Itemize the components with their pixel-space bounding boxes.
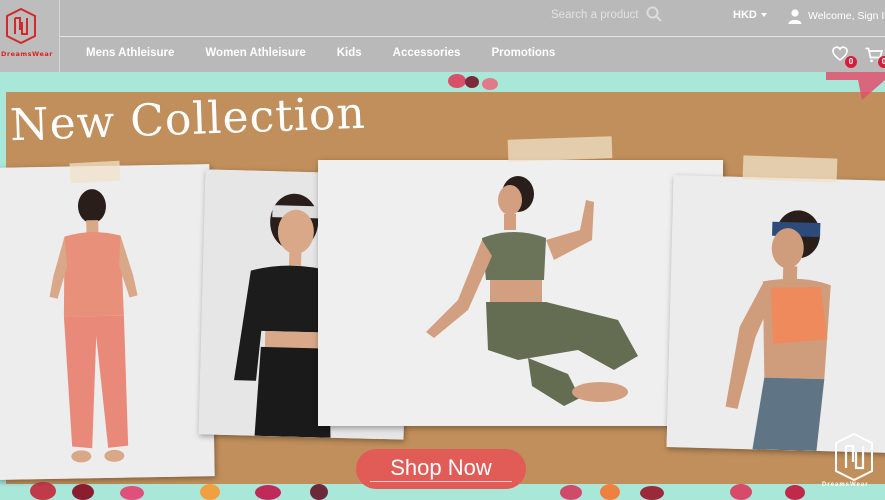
main-nav: Mens Athleisure Women Athleisure Kids Ac… [70, 47, 570, 63]
flower-decoration [465, 76, 479, 88]
tape-decoration [69, 160, 121, 184]
flower-decoration [785, 485, 805, 500]
chevron-down-icon [760, 13, 767, 18]
signin-link[interactable]: Welcome, Sign In [808, 10, 885, 22]
flower-decoration [600, 484, 620, 500]
flower-decoration [560, 485, 582, 500]
flower-decoration [120, 486, 144, 500]
search-input[interactable] [545, 4, 645, 26]
logo[interactable]: DreamsWear [0, 0, 60, 72]
nav-item-promotions[interactable]: Promotions [491, 47, 555, 63]
nav-item-kids[interactable]: Kids [337, 47, 362, 63]
currency-label: HKD [733, 9, 757, 21]
site-header: DreamsWear HKD Welcome, Sign In Mens Ath… [0, 0, 885, 72]
model-image [666, 175, 885, 453]
nav-item-mens-athleisure[interactable]: Mens Athleisure [86, 47, 174, 63]
wishlist-count-badge: 0 [845, 56, 857, 68]
search-box [545, 4, 665, 26]
tape-decoration [742, 155, 838, 183]
user-icon[interactable] [787, 8, 803, 24]
flower-decoration [730, 484, 752, 500]
tape-decoration [507, 136, 613, 162]
flower-decoration [200, 484, 220, 500]
flower-decoration [448, 74, 466, 88]
flower-decoration [640, 486, 664, 500]
product-photo-olive-set[interactable] [318, 160, 723, 426]
model-image [0, 164, 215, 480]
cart-count-badge: 0 [878, 56, 885, 68]
nav-item-women-athleisure[interactable]: Women Athleisure [205, 47, 305, 63]
product-photo-pink-set[interactable] [0, 164, 215, 480]
flower-decoration [72, 484, 94, 500]
currency-selector[interactable]: HKD [733, 9, 767, 21]
flower-decoration [310, 484, 328, 500]
model-image [318, 160, 723, 426]
flower-decoration [30, 482, 56, 500]
product-photo-coral-bra[interactable] [666, 175, 885, 453]
header-divider [60, 36, 885, 37]
flower-decoration [482, 78, 498, 90]
shop-now-button[interactable]: Shop Now [356, 449, 526, 489]
flower-decoration [255, 485, 281, 500]
logo-text: DreamsWear [1, 50, 53, 58]
watermark-text: DreamsWear [822, 482, 869, 488]
watermark-logo-icon [835, 432, 873, 482]
search-icon[interactable] [646, 6, 662, 22]
nav-item-accessories[interactable]: Accessories [393, 47, 461, 63]
logo-icon [6, 8, 36, 44]
